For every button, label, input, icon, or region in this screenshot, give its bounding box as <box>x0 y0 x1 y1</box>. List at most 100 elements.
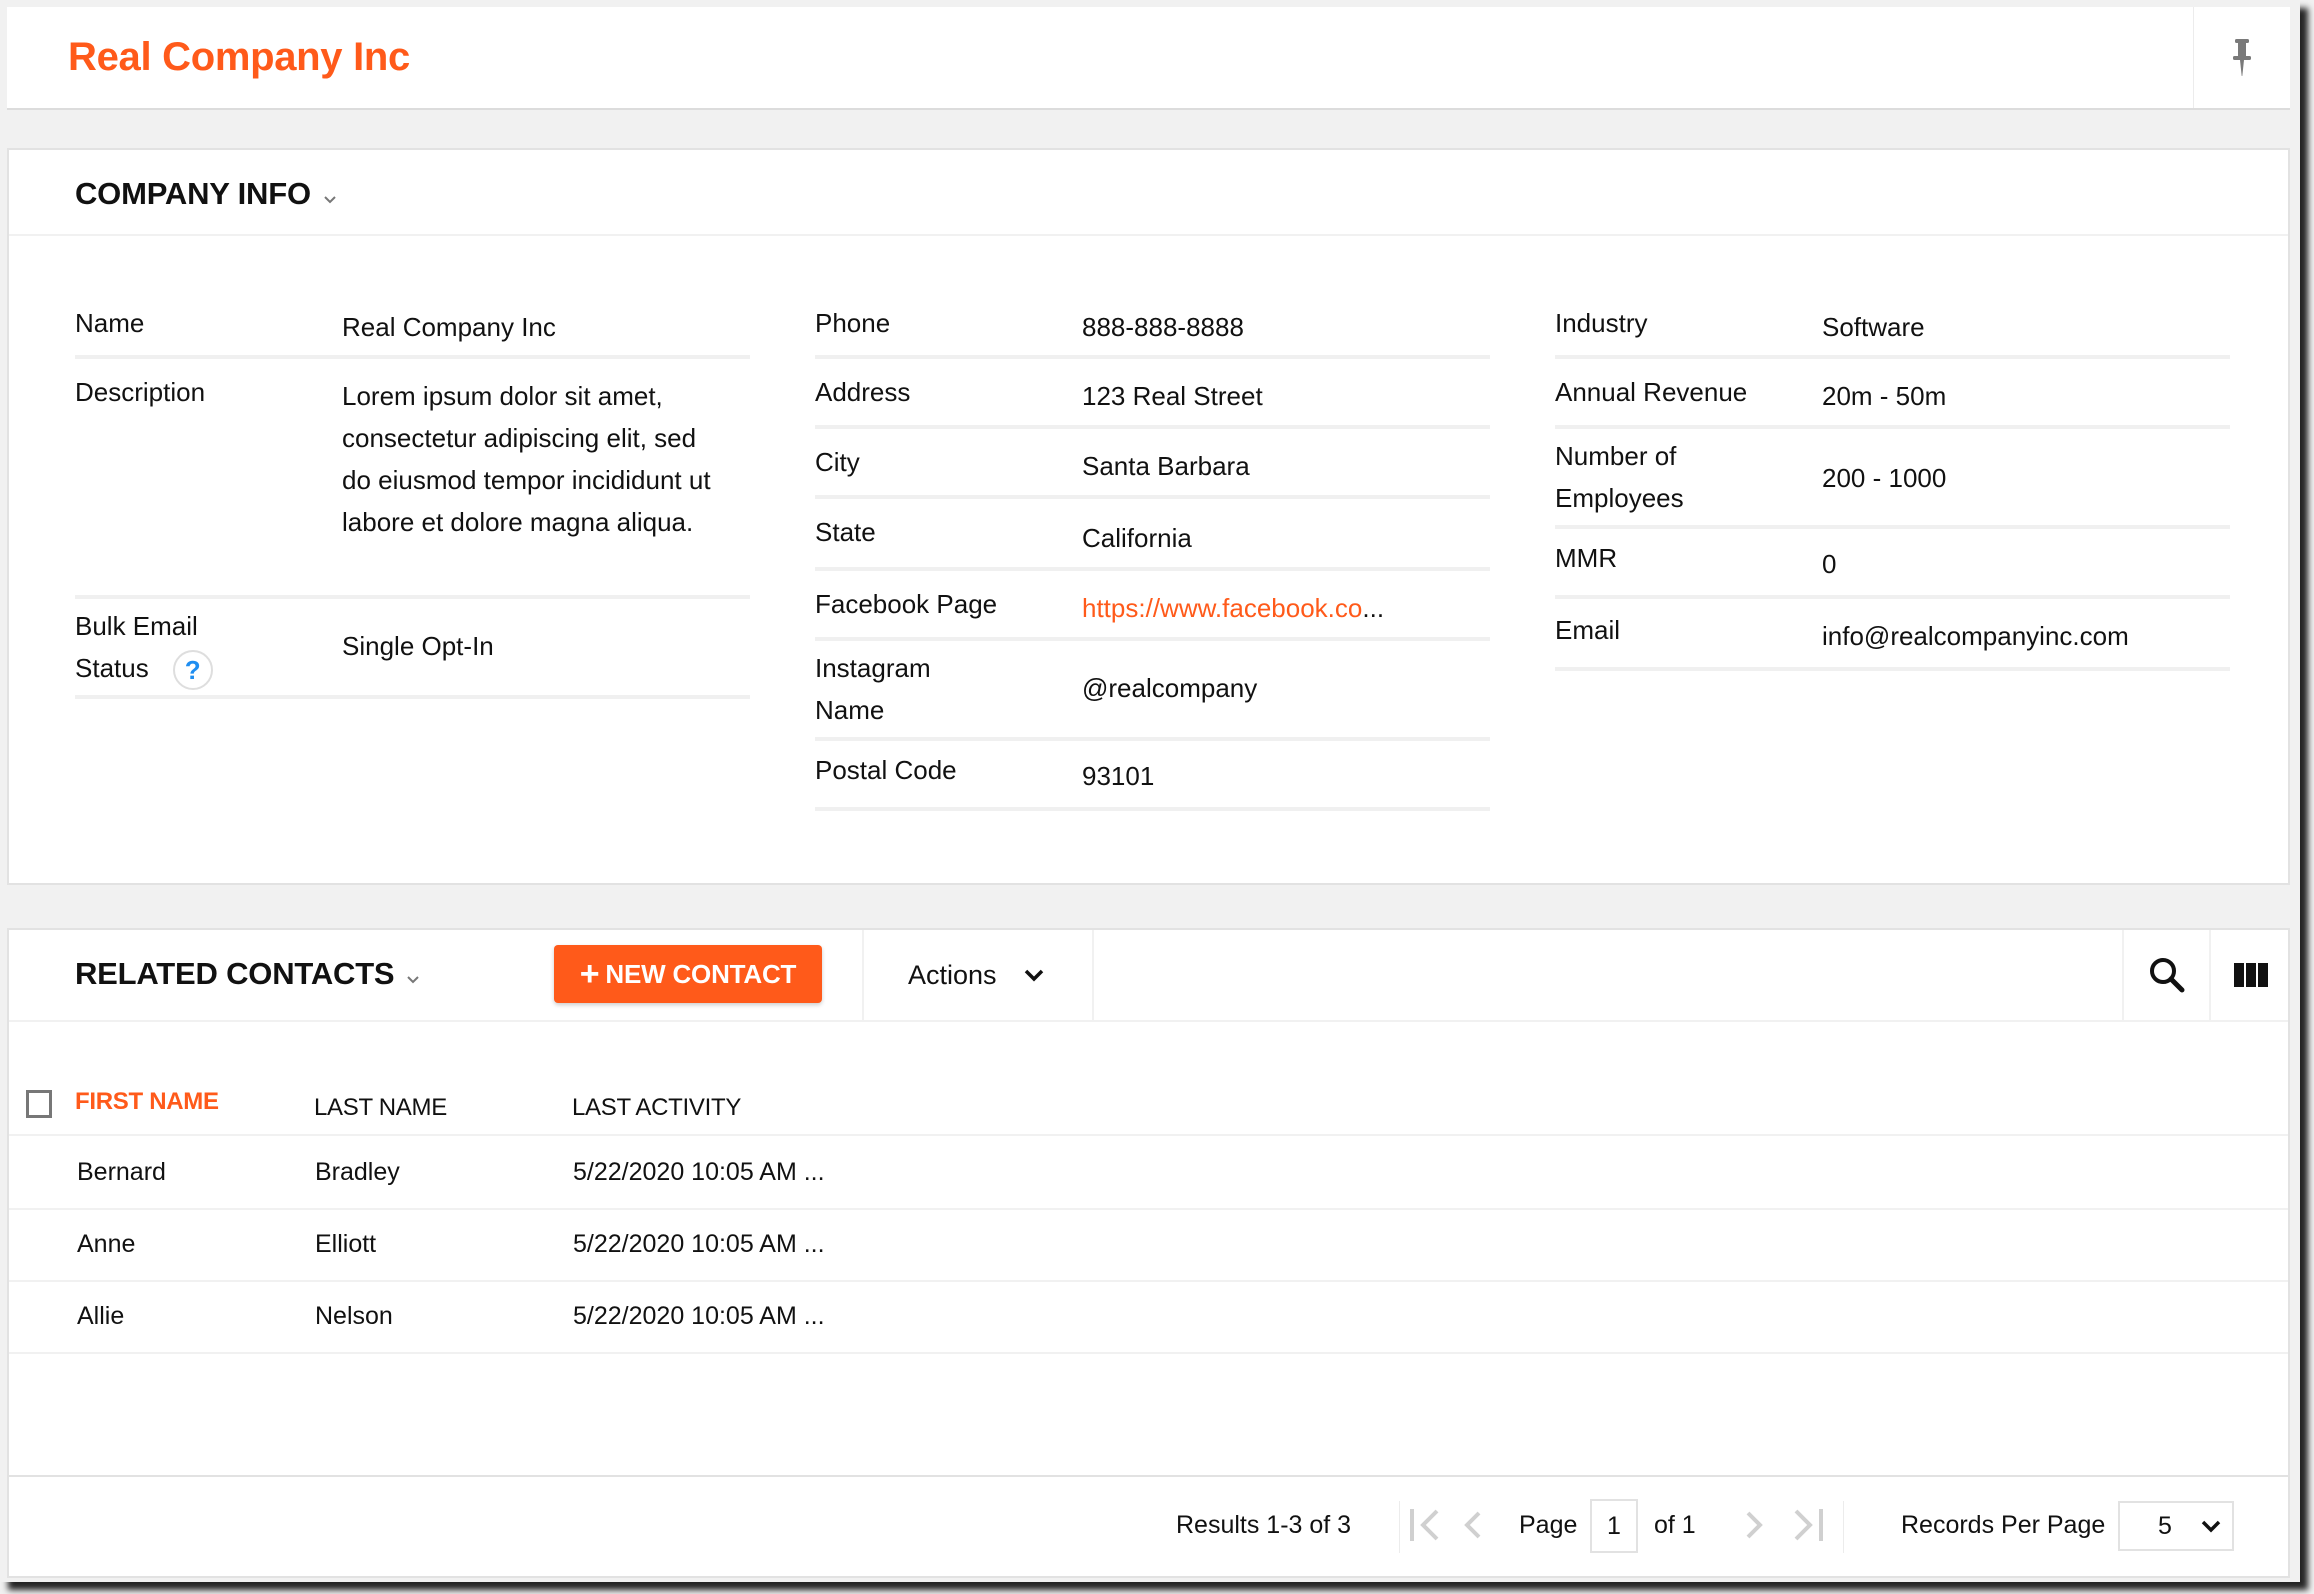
company-info-section: COMPANY INFO Name Real Company Inc Descr… <box>7 148 2290 885</box>
field-address: Address 123 Real Street <box>815 359 1490 429</box>
results-count: Results 1-3 of 3 <box>1176 1511 1352 1539</box>
field-value: Software <box>1822 312 1925 342</box>
field-label: Email <box>1555 615 1621 645</box>
field-annual-revenue: Annual Revenue 20m - 50m <box>1555 359 2230 429</box>
plus-icon: + <box>579 955 600 993</box>
record-title: Real Company Inc <box>68 35 410 79</box>
field-label: Industry <box>1555 308 1648 338</box>
actions-label: Actions <box>908 959 997 990</box>
field-name: Name Real Company Inc <box>75 300 750 359</box>
field-industry: Industry Software <box>1555 300 2230 359</box>
columns-icon <box>2233 963 2268 987</box>
page-label: Page <box>1519 1511 1578 1539</box>
table-row[interactable]: Anne Elliott 5/22/2020 10:05 AM ... <box>9 1210 2288 1282</box>
chevron-right-icon <box>1746 1511 1763 1539</box>
column-header-first-name[interactable]: FIRST NAME <box>75 1088 219 1116</box>
chevron-down-icon <box>323 177 337 213</box>
first-name-cell: Allie <box>77 1302 125 1330</box>
records-per-page-select[interactable]: 5 <box>2118 1501 2234 1551</box>
chevron-down-icon <box>2200 1519 2222 1533</box>
related-contacts-title: RELATED CONTACTS <box>75 956 395 991</box>
last-activity-cell: 5/22/2020 10:05 AM ... <box>573 1230 825 1258</box>
first-page-button[interactable] <box>1407 1503 1447 1547</box>
company-info-title: COMPANY INFO <box>75 176 311 211</box>
field-city: City Santa Barbara <box>815 429 1490 499</box>
field-label: State <box>815 517 876 547</box>
field-label: Phone <box>815 308 891 338</box>
related-contacts-toggle[interactable]: RELATED CONTACTS <box>75 955 420 993</box>
chevron-left-icon <box>1464 1511 1481 1539</box>
first-name-cell: Anne <box>77 1230 136 1258</box>
field-number-of-employees: Number of Employees 200 - 1000 <box>1555 429 2230 529</box>
first-name-cell: Bernard <box>77 1158 166 1186</box>
new-contact-label: NEW CONTACT <box>605 958 797 989</box>
last-name-cell: Bradley <box>315 1158 400 1186</box>
divider <box>1399 1501 1400 1553</box>
next-page-button[interactable] <box>1742 1503 1768 1547</box>
field-instagram-name: Instagram Name @realcompany <box>815 641 1490 741</box>
field-value: Single Opt-In <box>342 631 494 661</box>
related-contacts-section: RELATED CONTACTS + NEW CONTACT Actions F… <box>7 928 2290 1578</box>
field-bulk-email-status: Bulk Email Status? Single Opt-In <box>75 599 750 699</box>
field-value: 20m - 50m <box>1822 381 1947 411</box>
last-name-cell: Nelson <box>315 1302 393 1330</box>
field-mmr: MMR 0 <box>1555 529 2230 599</box>
company-info-header: COMPANY INFO <box>9 150 2288 236</box>
column-header-last-name[interactable]: LAST NAME <box>314 1094 447 1122</box>
pushpin-icon <box>2233 38 2251 76</box>
contacts-table-header: FIRST NAME LAST NAME LAST ACTIVITY <box>9 1080 2288 1136</box>
field-label: Facebook Page <box>815 589 998 619</box>
last-name-cell: Elliott <box>315 1230 377 1258</box>
contacts-toolbar: RELATED CONTACTS + NEW CONTACT Actions <box>9 930 2288 1022</box>
chevron-down-icon <box>1023 968 1045 982</box>
company-info-toggle[interactable]: COMPANY INFO <box>75 175 337 213</box>
field-phone: Phone 888-888-8888 <box>815 300 1490 359</box>
table-row[interactable]: Allie Nelson 5/22/2020 10:05 AM ... <box>9 1282 2288 1354</box>
previous-page-button[interactable] <box>1459 1503 1485 1547</box>
total-pages: of 1 <box>1654 1511 1696 1539</box>
column-header-last-activity[interactable]: LAST ACTIVITY <box>572 1094 741 1122</box>
field-label: Bulk Email Status? <box>75 605 265 691</box>
field-value: 123 Real Street <box>1082 381 1263 411</box>
chevron-down-icon <box>406 957 420 993</box>
field-description: Description Lorem ipsum dolor sit amet, … <box>75 359 750 599</box>
field-value: Lorem ipsum dolor sit amet, consectetur … <box>342 381 711 537</box>
field-label: Annual Revenue <box>1555 377 1748 407</box>
field-value: Santa Barbara <box>1082 451 1250 481</box>
field-label: Number of Employees <box>1555 441 1684 513</box>
new-contact-button[interactable]: + NEW CONTACT <box>554 945 822 1003</box>
table-row[interactable]: Bernard Bradley 5/22/2020 10:05 AM ... <box>9 1138 2288 1210</box>
field-label: City <box>815 447 860 477</box>
field-value: @realcompany <box>1082 673 1258 703</box>
field-value: info@realcompanyinc.com <box>1822 621 2129 651</box>
facebook-link[interactable]: https://www.facebook.co... <box>1082 587 1462 629</box>
app-window: Real Company Inc COMPANY INFO Name Real … <box>0 0 2300 1582</box>
search-icon <box>2149 958 2184 993</box>
facebook-url[interactable]: https://www.facebook.co <box>1082 593 1362 623</box>
help-icon[interactable]: ? <box>172 650 213 691</box>
divider <box>1843 1501 1844 1553</box>
last-activity-cell: 5/22/2020 10:05 AM ... <box>573 1302 825 1330</box>
field-label: Postal Code <box>815 755 957 785</box>
field-label: Description <box>75 377 206 407</box>
actions-dropdown[interactable]: Actions <box>862 930 1094 1020</box>
first-page-icon <box>1410 1509 1439 1541</box>
field-label: MMR <box>1555 543 1618 573</box>
pagination-bar: Results 1-3 of 3 Page of 1 <box>9 1475 2288 1576</box>
field-facebook-page: Facebook Page https://www.facebook.co... <box>815 571 1490 641</box>
select-all-checkbox[interactable] <box>26 1090 52 1118</box>
field-label: Instagram Name <box>815 653 931 725</box>
last-page-icon <box>1794 1509 1823 1541</box>
field-value: Real Company Inc <box>342 312 556 342</box>
field-email: Email info@realcompanyinc.com <box>1555 599 2230 671</box>
last-activity-cell: 5/22/2020 10:05 AM ... <box>573 1158 825 1186</box>
pin-button[interactable] <box>2193 7 2290 108</box>
search-button[interactable] <box>2122 930 2209 1020</box>
records-per-page-label: Records Per Page <box>1901 1511 2106 1539</box>
column-chooser-button[interactable] <box>2209 930 2290 1020</box>
current-page-input[interactable] <box>1590 1499 1638 1553</box>
last-page-button[interactable] <box>1786 1503 1826 1547</box>
field-label: Name <box>75 308 145 338</box>
records-per-page-value: 5 <box>2158 1511 2172 1540</box>
field-state: State California <box>815 499 1490 571</box>
